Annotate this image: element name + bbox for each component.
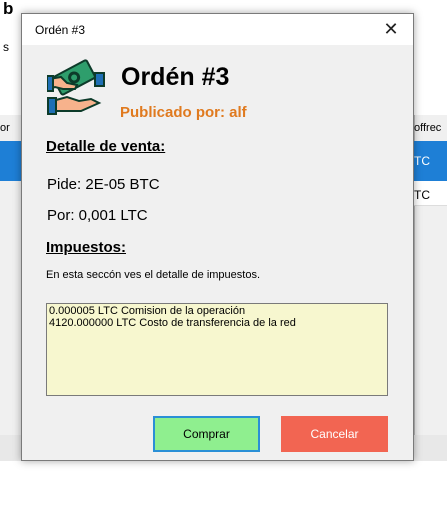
tax-line: 4120.000000 LTC Costo de transferencia d… xyxy=(49,317,296,329)
dialog-titlebar[interactable]: Ordén #3 ✕ xyxy=(22,14,413,45)
background-lower-area-left xyxy=(0,435,21,461)
tax-line: 0.000005 LTC Comision de la operación xyxy=(49,305,246,317)
taxes-description: En esta seccón ves el detalle de impuest… xyxy=(46,269,261,281)
for-value: Por: 0,001 LTC xyxy=(47,207,148,224)
close-icon: ✕ xyxy=(383,19,399,39)
close-button[interactable]: ✕ xyxy=(369,14,413,45)
taxes-heading: Impuestos: xyxy=(46,239,127,256)
order-dialog: Ordén #3 ✕ Ordén #3 Publicado por: alf D… xyxy=(21,13,414,461)
taxes-textbox[interactable]: 0.000005 LTC Comision de la operación 412… xyxy=(46,303,388,396)
dialog-title: Ordén #3 xyxy=(35,23,86,37)
money-hand-icon xyxy=(46,59,107,117)
background-selected-row-left xyxy=(0,141,21,181)
background-lower-area xyxy=(414,435,447,461)
background-column-header-fragment: offrec xyxy=(414,122,442,134)
buy-button-label: Comprar xyxy=(183,427,230,441)
background-text-fragment: b xyxy=(3,0,14,18)
background-cell-fragment: TC xyxy=(414,154,430,168)
cancel-button[interactable]: Cancelar xyxy=(281,416,388,452)
publisher-label: Publicado por: alf xyxy=(120,104,247,121)
order-title: Ordén #3 xyxy=(121,63,230,91)
background-column-header-fragment: or xyxy=(0,122,10,134)
buy-button[interactable]: Comprar xyxy=(153,416,260,452)
background-text-fragment: s xyxy=(3,40,9,54)
asks-value: Pide: 2E-05 BTC xyxy=(47,176,160,193)
sale-detail-heading: Detalle de venta: xyxy=(46,138,166,155)
cancel-button-label: Cancelar xyxy=(310,427,359,441)
background-cell-fragment: TC xyxy=(414,188,430,202)
